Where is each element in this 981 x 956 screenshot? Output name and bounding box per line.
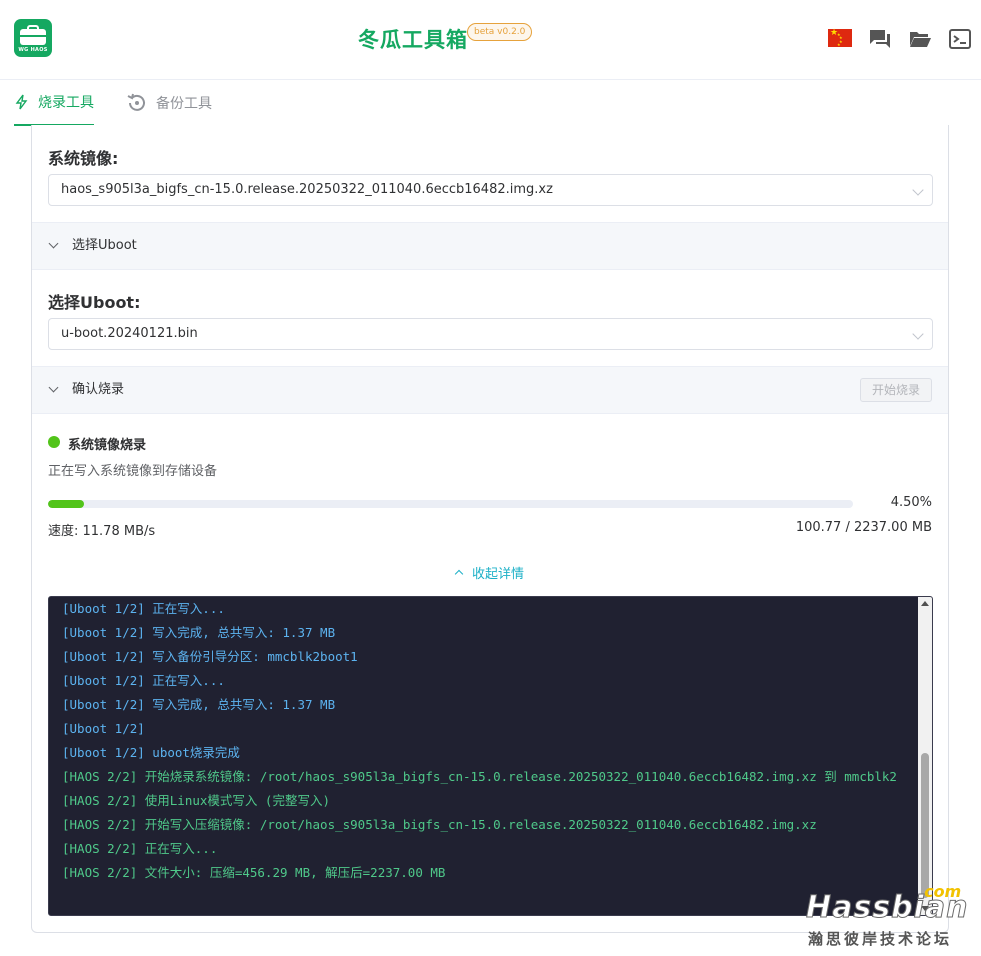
- lightning-icon: [14, 94, 30, 110]
- scrollbar-thumb[interactable]: [921, 753, 929, 898]
- progress-description: 正在写入系统镜像到存储设备: [48, 464, 218, 479]
- progress-bar-fill: [48, 500, 85, 508]
- log-line: [HAOS 2/2] 正在写入...: [62, 841, 218, 856]
- start-burn-button[interactable]: 开始烧录: [860, 378, 932, 402]
- logo-text: WG HAOS: [18, 47, 48, 53]
- watermark-logo: .com Hassbian 瀚思彼岸技术论坛: [805, 880, 976, 950]
- chevron-down-icon: [48, 382, 59, 393]
- written-size: 100.77 / 2237.00 MB: [795, 520, 932, 535]
- log-line: [Uboot 1/2]: [62, 721, 145, 736]
- chevron-down-icon: [912, 184, 924, 196]
- chevron-down-icon: [912, 328, 924, 340]
- tab-burn-label: 烧录工具: [38, 95, 94, 111]
- log-line: [HAOS 2/2] 使用Linux模式写入 (完整写入): [62, 793, 330, 808]
- uboot-label: 选择Uboot:: [48, 293, 141, 312]
- terminal-icon[interactable]: [948, 27, 972, 51]
- log-line: [Uboot 1/2] 写入完成, 总共写入: 1.37 MB: [62, 625, 336, 640]
- burn-panel: 系统镜像: haos_s905l3a_bigfs_cn-15.0.release…: [31, 125, 949, 933]
- app-header: WG HAOS 冬瓜工具箱 beta v0.2.0 ★ ★ ★ ★ ★: [0, 0, 981, 80]
- uboot-value: u-boot.20240121.bin: [61, 326, 198, 341]
- chevron-up-icon: [454, 569, 464, 579]
- progress-title: 系统镜像烧录: [68, 438, 147, 453]
- version-badge: beta v0.2.0: [467, 23, 533, 41]
- scroll-up-icon[interactable]: [921, 601, 929, 606]
- folder-icon[interactable]: [908, 27, 932, 51]
- confirm-collapse-header[interactable]: 确认烧录 开始烧录: [32, 366, 948, 414]
- log-line: [Uboot 1/2] uboot烧录完成: [62, 745, 240, 760]
- log-scrollbar[interactable]: [918, 597, 932, 915]
- log-line: [HAOS 2/2] 开始烧录系统镜像: /root/haos_s905l3a_…: [62, 769, 897, 784]
- system-image-value: haos_s905l3a_bigfs_cn-15.0.release.20250…: [61, 182, 553, 197]
- flag-cn-icon[interactable]: ★ ★ ★ ★ ★: [828, 29, 852, 47]
- uboot-collapse-header[interactable]: 选择Uboot: [32, 222, 948, 270]
- log-line: [HAOS 2/2] 开始写入压缩镜像: /root/haos_s905l3a_…: [62, 817, 817, 832]
- log-line: [Uboot 1/2] 写入备份引导分区: mmcblk2boot1: [62, 649, 358, 664]
- log-line: [Uboot 1/2] 正在写入...: [62, 601, 225, 616]
- progress-percent: 4.50%: [890, 495, 932, 510]
- uboot-select[interactable]: u-boot.20240121.bin: [48, 318, 933, 350]
- system-image-select[interactable]: haos_s905l3a_bigfs_cn-15.0.release.20250…: [48, 174, 933, 206]
- log-lines: [Uboot 1/2] 正在写入... [Uboot 1/2] 写入完成, 总共写…: [62, 597, 914, 885]
- log-line: [Uboot 1/2] 写入完成, 总共写入: 1.37 MB: [62, 697, 336, 712]
- system-image-label: 系统镜像:: [48, 149, 119, 168]
- tab-burn-tool[interactable]: 烧录工具: [14, 80, 94, 126]
- progress-bar: [48, 500, 853, 508]
- log-line: [HAOS 2/2] 文件大小: 压缩=456.29 MB, 解压后=2237.…: [62, 865, 446, 880]
- backup-icon: [126, 92, 148, 114]
- tab-backup-tool[interactable]: 备份工具: [126, 80, 226, 126]
- log-line: [Uboot 1/2] 正在写入...: [62, 673, 225, 688]
- watermark-name: Hassbian: [805, 890, 969, 926]
- write-speed: 速度: 11.78 MB/s: [48, 524, 156, 539]
- app-title: 冬瓜工具箱: [358, 28, 468, 52]
- status-dot: [48, 436, 60, 448]
- app-logo: WG HAOS: [14, 19, 52, 57]
- collapse-details-label: 收起详情: [471, 567, 524, 582]
- confirm-collapse-label: 确认烧录: [72, 382, 125, 397]
- watermark-sub: 瀚思彼岸技术论坛: [808, 930, 953, 948]
- chevron-down-icon: [48, 238, 59, 249]
- log-console[interactable]: [Uboot 1/2] 正在写入... [Uboot 1/2] 写入完成, 总共写…: [48, 596, 933, 916]
- chat-icon[interactable]: [868, 27, 892, 51]
- tab-backup-label: 备份工具: [156, 96, 212, 112]
- collapse-details-link[interactable]: 收起详情: [32, 563, 948, 582]
- uboot-collapse-label: 选择Uboot: [72, 238, 137, 253]
